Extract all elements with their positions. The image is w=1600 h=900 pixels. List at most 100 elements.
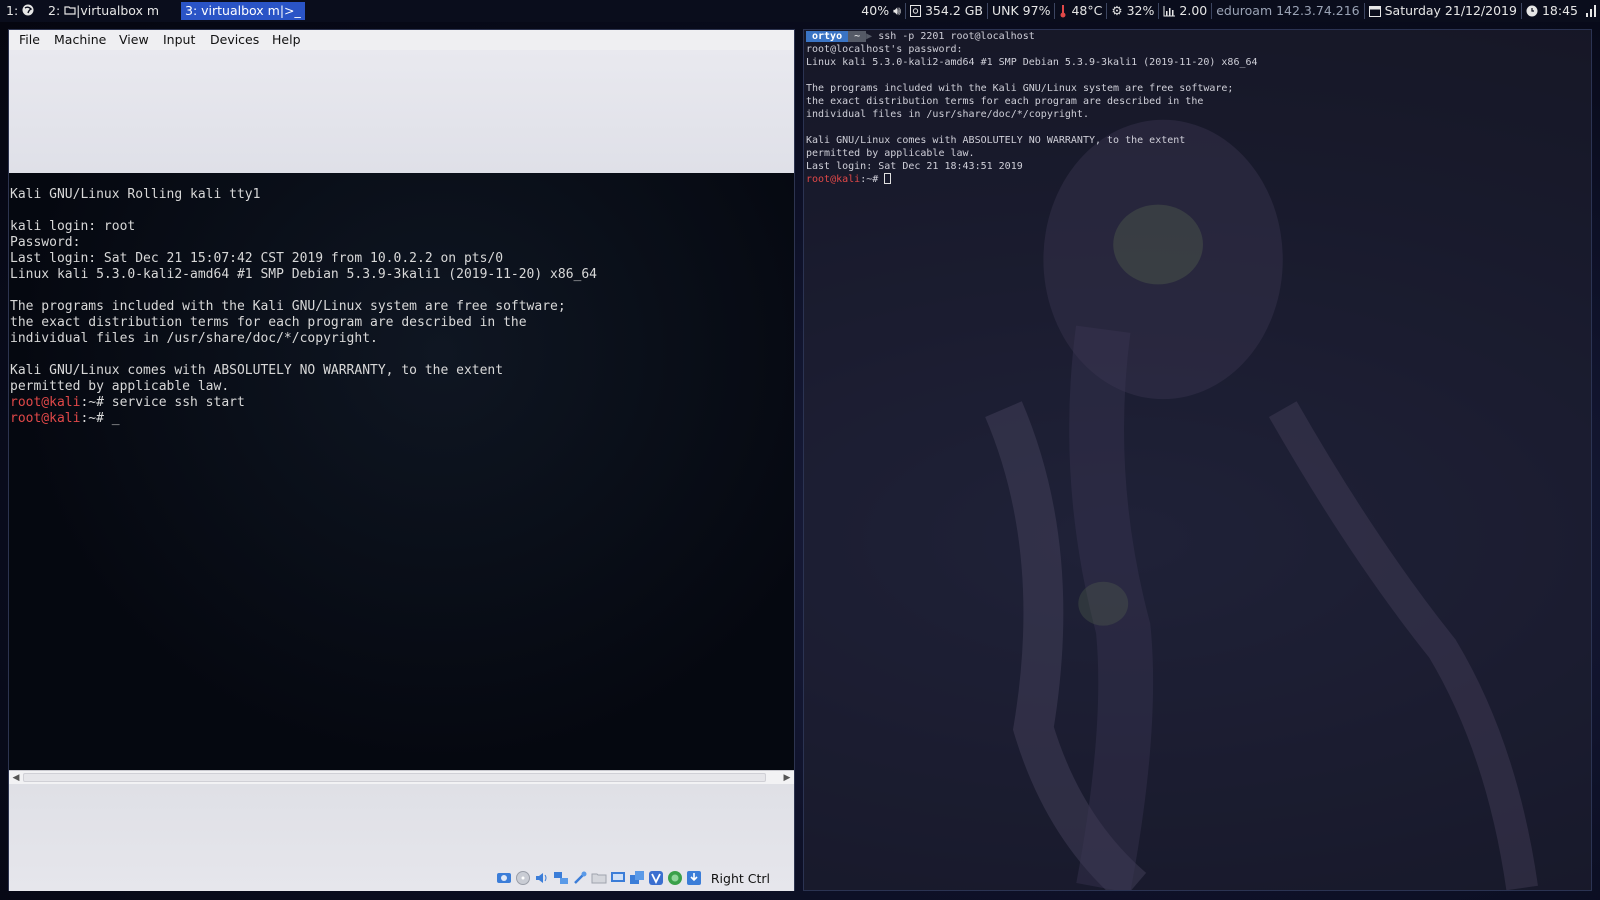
tty-motd-line: The programs included with the Kali GNU/… <box>10 299 566 314</box>
workspace-1[interactable]: 1: <box>2 2 38 20</box>
tty-banner: Kali GNU/Linux Rolling kali tty1 <box>10 187 261 202</box>
shared-folder-icon[interactable] <box>591 870 607 886</box>
system-status: 40% 🔊︎ 354.2 GB UNK 97% 48°C ⚙ 32% 2.00 <box>857 0 1600 22</box>
terminal-prompt-tail: :~# <box>860 174 885 185</box>
virtualbox-window[interactable]: File Machine View Input Devices Help Kal… <box>8 29 795 891</box>
workspace-3[interactable]: 3: virtualbox m|>_ <box>181 2 305 20</box>
display-icon[interactable] <box>610 870 626 886</box>
usb-icon[interactable] <box>572 870 588 886</box>
tty-login: kali login: root <box>10 219 136 234</box>
vbox-empty-area-bottom: Right Ctrl <box>9 784 794 891</box>
network-icon[interactable] <box>553 870 569 886</box>
battery-value: UNK 97% <box>992 3 1051 18</box>
workspace-1-label: 1: <box>6 3 19 18</box>
tty-motd-line: permitted by applicable law. <box>10 379 230 394</box>
tty-cursor: _ <box>111 411 120 426</box>
load-value: 2.00 <box>1179 3 1208 18</box>
virtualization-icon[interactable] <box>648 870 664 886</box>
tty-command: service ssh start <box>111 395 245 410</box>
network-value: eduroam 142.3.74.216 <box>1216 3 1360 18</box>
terminal-output[interactable]: ortyo ~ ▶ ssh -p 2201 root@localhost root@… <box>806 30 1258 186</box>
date-value: Saturday 21/12/2019 <box>1384 3 1517 18</box>
menu-input[interactable]: Input <box>163 30 195 50</box>
host-key-label: Right Ctrl <box>710 870 770 886</box>
top-status-bar: 1: 2: |virtualbox m 3: virtualbox m|>_ 4… <box>0 0 1600 22</box>
disk-value: 354.2 GB <box>924 3 984 18</box>
menu-help[interactable]: Help <box>272 30 301 50</box>
guest-additions-icon[interactable] <box>667 870 683 886</box>
bar-chart-icon <box>1163 5 1176 16</box>
menu-machine[interactable]: Machine <box>54 30 106 50</box>
calendar-icon <box>1368 6 1381 17</box>
load-widget: 2.00 <box>1159 0 1211 22</box>
volume-value: 40% <box>861 3 890 18</box>
vbox-empty-area-top <box>9 50 794 173</box>
terminal-cursor <box>884 173 892 184</box>
temperature-widget: 48°C <box>1055 0 1106 22</box>
menu-file[interactable]: File <box>19 30 40 50</box>
keyboard-capture-icon[interactable] <box>686 870 702 886</box>
vbox-menubar: File Machine View Input Devices Help <box>9 30 794 50</box>
video-capture-icon[interactable] <box>629 870 645 886</box>
terminal-line: Linux kali 5.3.0-kali2-amd64 #1 SMP Debi… <box>806 57 1258 68</box>
terminal-line: The programs included with the Kali GNU/… <box>806 83 1234 94</box>
cogs-icon: ⚙ <box>1111 3 1123 18</box>
menu-devices[interactable]: Devices <box>210 30 259 50</box>
workspace-3-label: 3: virtualbox m|>_ <box>185 3 301 18</box>
tty-prompt-user: root@kali <box>10 411 81 426</box>
audio-icon[interactable] <box>534 870 550 886</box>
temperature-value: 48°C <box>1071 3 1103 18</box>
scroll-right-icon[interactable]: ▶ <box>780 771 794 785</box>
terminal-line: individual files in /usr/share/doc/*/cop… <box>806 109 1089 120</box>
clock-icon <box>1526 5 1538 17</box>
scrollbar-thumb[interactable] <box>23 773 766 782</box>
tty-prompt-tail: :~# <box>80 395 112 410</box>
battery-widget: UNK 97% <box>988 0 1054 22</box>
prompt-dir-segment: ~ <box>848 31 867 42</box>
guest-console[interactable]: Kali GNU/Linux Rolling kali tty1 kali lo… <box>10 187 597 427</box>
terminal-line: root@localhost's password: <box>806 44 963 55</box>
volume-widget[interactable]: 40% 🔊︎ <box>857 0 905 22</box>
time-value: 18:45 <box>1541 3 1578 18</box>
speaker-icon: 🔊︎ <box>893 3 901 18</box>
workspace-2-title: |virtualbox m <box>76 3 160 18</box>
tty-last-login: Last login: Sat Dec 21 15:07:42 CST 2019… <box>10 251 504 266</box>
guest-screen[interactable]: Kali GNU/Linux Rolling kali tty1 kali lo… <box>9 173 794 770</box>
cpu-value: 32% <box>1126 3 1155 18</box>
tty-prompt-user: root@kali <box>10 395 81 410</box>
terminal-line: Last login: Sat Dec 21 18:43:51 2019 <box>806 161 1023 172</box>
terminal-command: ssh -p 2201 root@localhost <box>878 31 1035 42</box>
prompt-user-segment: ortyo <box>806 31 849 42</box>
horizontal-scrollbar[interactable]: ◀ ▶ <box>9 770 794 784</box>
folder-icon <box>64 6 76 15</box>
workspace-2[interactable]: 2: |virtualbox m <box>44 2 163 20</box>
disk-icon <box>909 5 921 17</box>
tty-password: Password: <box>10 235 81 250</box>
tty-motd-line: individual files in /usr/share/doc/*/cop… <box>10 331 378 346</box>
signal-widget <box>1582 0 1600 22</box>
hard-disk-icon[interactable] <box>496 870 512 886</box>
network-widget: eduroam 142.3.74.216 <box>1212 0 1363 22</box>
menu-view[interactable]: View <box>119 30 149 50</box>
terminal-line: the exact distribution terms for each pr… <box>806 96 1204 107</box>
thermometer-icon <box>1060 5 1066 18</box>
tty-motd-line: Kali GNU/Linux comes with ABSOLUTELY NO … <box>10 363 504 378</box>
scroll-left-icon[interactable]: ◀ <box>9 771 23 785</box>
terminal-line: Kali GNU/Linux comes with ABSOLUTELY NO … <box>806 135 1186 146</box>
kali-logo-icon <box>22 4 34 16</box>
tty-motd-line: the exact distribution terms for each pr… <box>10 315 527 330</box>
tty-uname: Linux kali 5.3.0-kali2-amd64 #1 SMP Debi… <box>10 267 597 282</box>
clock-widget: 18:45 <box>1522 0 1582 22</box>
vbox-statusbar: Right Ctrl <box>496 869 770 887</box>
terminal-prompt-user: root@kali <box>806 174 861 185</box>
optical-drive-icon[interactable] <box>515 870 531 886</box>
tty-prompt-tail: :~# <box>80 411 112 426</box>
signal-icon <box>1586 5 1596 17</box>
terminal-line: permitted by applicable law. <box>806 148 975 159</box>
terminal-window[interactable]: ortyo ~ ▶ ssh -p 2201 root@localhost root@… <box>803 29 1592 891</box>
date-widget: Saturday 21/12/2019 <box>1365 0 1521 22</box>
cpu-widget: ⚙ 32% <box>1107 0 1158 22</box>
disk-widget: 354.2 GB <box>906 0 987 22</box>
prompt-arrow-icon: ▶ <box>866 31 873 42</box>
workspace-2-label: 2: <box>48 3 61 18</box>
